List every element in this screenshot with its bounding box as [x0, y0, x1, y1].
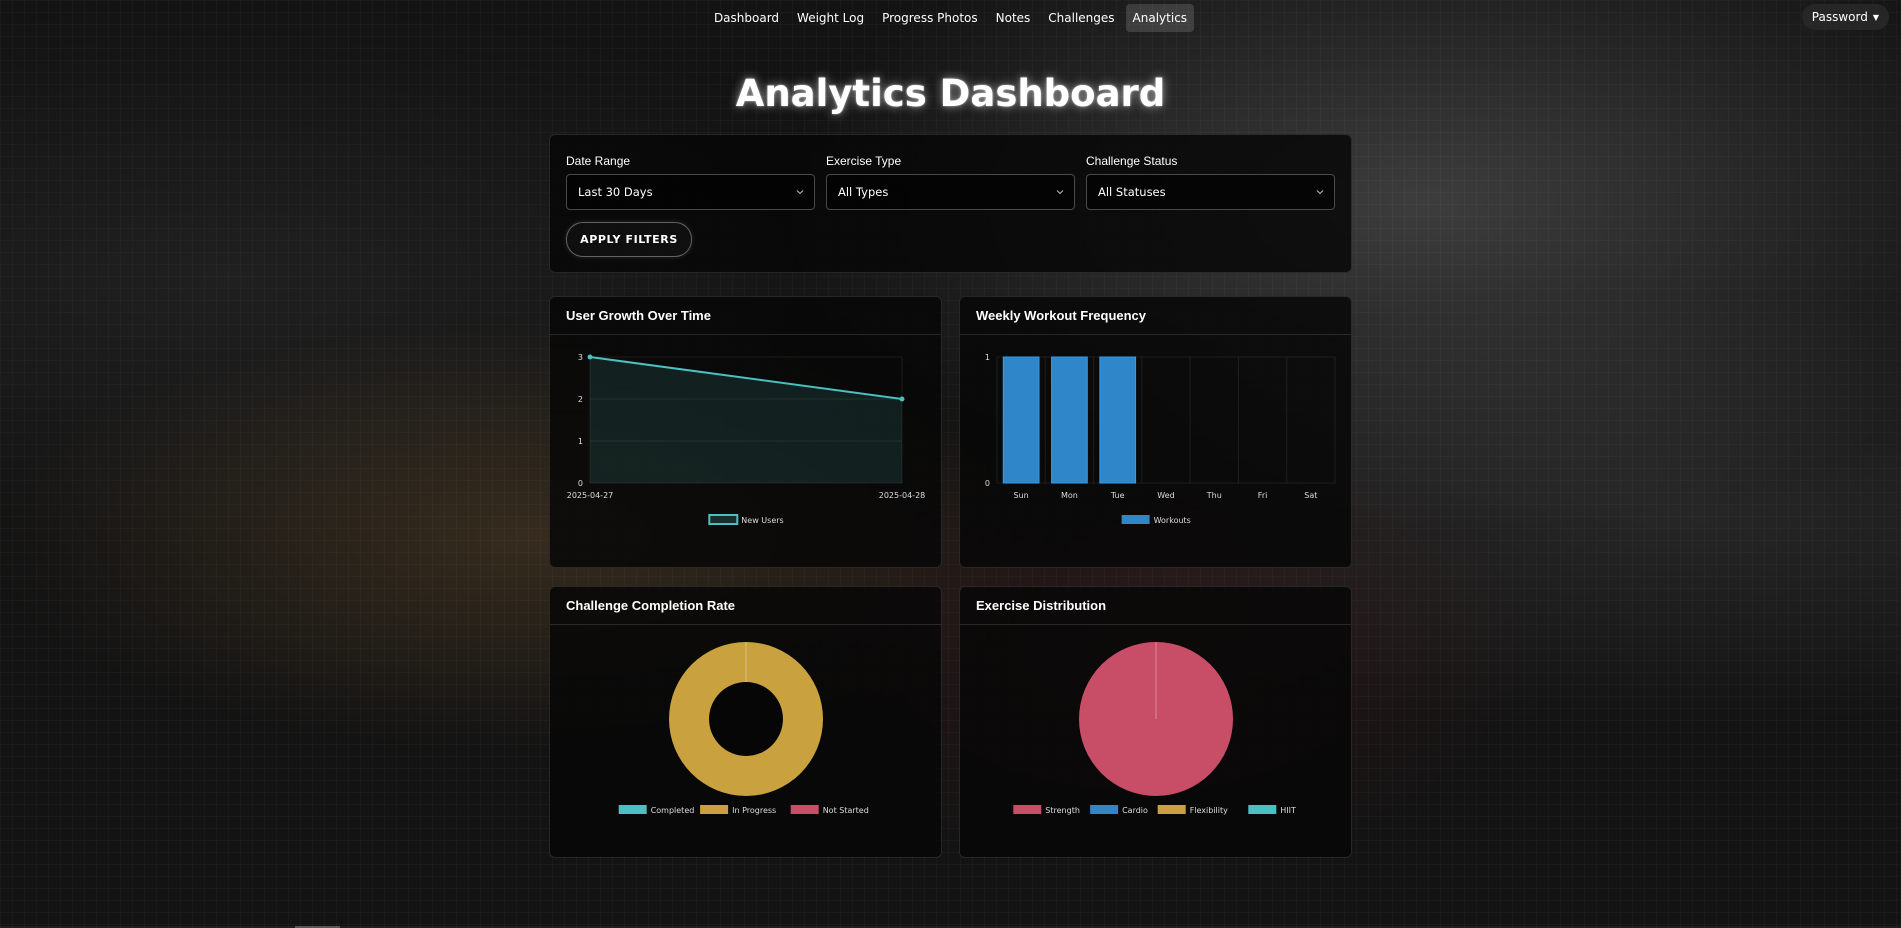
legend-swatch [1157, 805, 1186, 814]
challenge-status-select[interactable]: All Statuses [1086, 174, 1335, 210]
nav-weight-log[interactable]: Weight Log [790, 4, 871, 32]
date-range-select[interactable]: Last 30 Days [566, 174, 815, 210]
y-tick-label: 2 [578, 395, 583, 404]
legend-swatch [1121, 515, 1150, 524]
legend-swatch [708, 514, 739, 525]
legend-swatch [1090, 805, 1119, 814]
date-range-label: Date Range [566, 154, 631, 168]
date-range-filter: Date Range Last 30 Days [566, 154, 815, 210]
x-tick-label: Thu [1206, 491, 1222, 500]
legend-label: In Progress [732, 806, 776, 815]
filters-panel: Date Range Last 30 Days Exercise Type Al… [549, 134, 1352, 273]
exercise-type-select[interactable]: All Types [826, 174, 1075, 210]
y-tick-label: 1 [578, 437, 583, 446]
apply-filters-button[interactable]: APPLY FILTERS [566, 222, 692, 257]
exercise-type-value: All Types [838, 185, 889, 199]
y-tick-label: 0 [985, 479, 990, 488]
doughnut-hole [709, 682, 783, 756]
legend-label: Cardio [1122, 806, 1148, 815]
date-range-value: Last 30 Days [578, 185, 653, 199]
nav-dashboard[interactable]: Dashboard [707, 4, 786, 32]
completion-rate-card: Challenge Completion Rate Completed In Pr… [549, 586, 942, 858]
legend-label: Workouts [1154, 516, 1191, 525]
nav-challenges[interactable]: Challenges [1041, 4, 1121, 32]
legend-swatch [1013, 805, 1042, 814]
bar [1051, 356, 1088, 484]
series-area [590, 357, 902, 483]
page-title: Analytics Dashboard [735, 72, 1166, 115]
legend-swatch [790, 805, 819, 814]
legend-label: HIIT [1280, 806, 1296, 815]
data-point [899, 396, 905, 402]
challenge-status-label: Challenge Status [1086, 154, 1178, 168]
legend-swatch [700, 805, 729, 814]
x-tick-label: 2025-04-27 [567, 491, 614, 500]
x-tick-label: 2025-04-28 [879, 491, 926, 500]
nav-analytics[interactable]: Analytics [1125, 4, 1195, 32]
x-tick-label: Mon [1061, 491, 1078, 500]
card-title: Exercise Distribution [960, 587, 1351, 625]
chevron-down-icon [1056, 190, 1064, 195]
legend-label: New Users [741, 516, 783, 525]
legend-label: Completed [651, 806, 695, 815]
user-menu-label: Password [1811, 10, 1868, 24]
user-growth-chart: 0 1 2 3 2025-04-27 2025-04-28 New Users [567, 353, 926, 525]
legend-label: Strength [1045, 806, 1080, 815]
legend-label: Not Started [823, 806, 869, 815]
weekly-frequency-card: Weekly Workout Frequency 0 1 Sun Mon Tue Wed T… [959, 296, 1352, 568]
chevron-down-icon [1316, 190, 1324, 195]
weekly-frequency-chart: 0 1 Sun Mon Tue Wed Thu Fri Sat Workouts [985, 353, 1336, 525]
legend-swatch [1248, 805, 1277, 814]
legend-swatch [618, 805, 647, 814]
exercise-distribution-card: Exercise Distribution Strength Cardio Flex… [959, 586, 1352, 858]
top-navigation: Dashboard Weight Log Progress Photos Not… [0, 3, 1901, 33]
data-point [587, 354, 593, 360]
card-title: Challenge Completion Rate [550, 587, 941, 625]
nav-progress-photos[interactable]: Progress Photos [875, 4, 985, 32]
exercise-distribution-chart: Strength Cardio Flexibility HIIT [1013, 642, 1296, 815]
y-tick-label: 3 [578, 353, 583, 362]
completion-rate-chart: Completed In Progress Not Started [618, 642, 869, 815]
x-tick-label: Fri [1258, 491, 1268, 500]
caret-down-icon: ▼ [1872, 12, 1879, 22]
exercise-type-label: Exercise Type [826, 154, 902, 168]
challenge-status-value: All Statuses [1098, 185, 1166, 199]
x-tick-label: Tue [1110, 491, 1125, 500]
bar [1099, 356, 1137, 484]
chevron-down-icon [796, 190, 804, 195]
x-tick-label: Sun [1014, 491, 1029, 500]
bar [1002, 356, 1040, 484]
nav-notes[interactable]: Notes [989, 4, 1038, 32]
challenge-status-filter: Challenge Status All Statuses [1086, 154, 1335, 210]
exercise-type-filter: Exercise Type All Types [826, 154, 1075, 210]
x-tick-label: Wed [1157, 491, 1174, 500]
user-menu-button[interactable]: Password ▼ [1801, 4, 1889, 30]
x-tick-label: Sat [1304, 491, 1317, 500]
card-title: User Growth Over Time [550, 297, 941, 335]
user-growth-card: User Growth Over Time 0 1 2 3 2025-04-27 2025… [549, 296, 942, 568]
y-tick-label: 0 [578, 479, 583, 488]
legend-label: Flexibility [1190, 806, 1228, 815]
y-tick-label: 1 [985, 353, 990, 362]
card-title: Weekly Workout Frequency [960, 297, 1351, 335]
